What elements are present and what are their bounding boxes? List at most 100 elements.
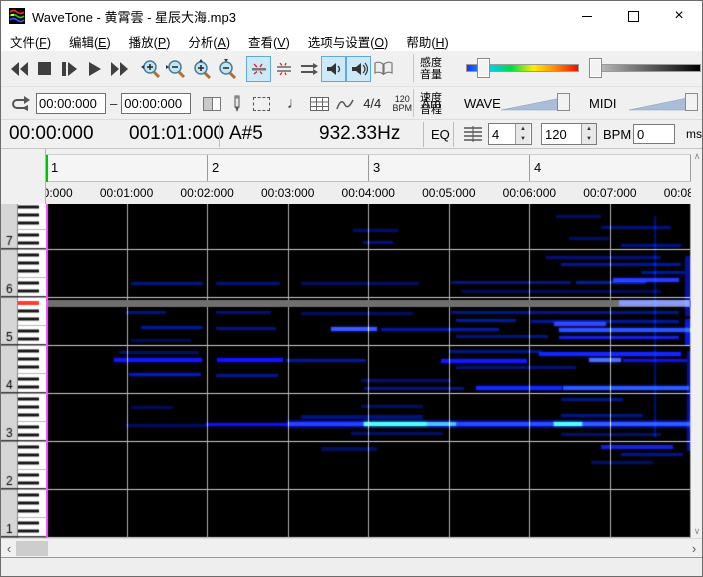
vertical-scrollbar[interactable]: ∧ ∨: [691, 149, 703, 538]
menu-item-1[interactable]: 文件(F): [1, 32, 60, 51]
tempo-value[interactable]: 120: [542, 127, 570, 142]
horizontal-scroll-thumb[interactable]: [16, 541, 48, 556]
contrast-slider[interactable]: [591, 64, 701, 72]
loop-end-input[interactable]: [121, 93, 191, 114]
time-label: 00:02:000: [180, 186, 233, 200]
menu-item-3[interactable]: 播放(P): [120, 32, 180, 51]
note-readout: A#5: [229, 120, 263, 148]
chevron-left-icon: ‹: [7, 541, 11, 556]
ms-label: ms: [686, 120, 702, 148]
scroll-left-button[interactable]: ‹: [1, 539, 17, 558]
pause-button[interactable]: [57, 56, 82, 82]
time-label: 00:07:000: [583, 186, 636, 200]
midi-volume-slider[interactable]: [629, 95, 687, 113]
menu-item-5[interactable]: 查看(V): [239, 32, 299, 51]
measure-line: [207, 155, 208, 181]
note-input-button[interactable]: ♩: [282, 91, 307, 117]
fast-forward-icon: [111, 62, 129, 76]
toolbar-transport: 感度音量: [1, 51, 702, 86]
wave-volume-slider[interactable]: [501, 95, 561, 113]
toolbar-separator: [413, 89, 414, 117]
maximize-button[interactable]: [610, 1, 656, 31]
waveform-view-button[interactable]: [332, 91, 357, 117]
scroll-right-button[interactable]: ›: [686, 539, 702, 558]
measure-line: [368, 155, 369, 181]
double-arrow-right-icon: [300, 62, 318, 76]
speed-pitch-label: 速度音程: [418, 92, 444, 116]
loop-range-dash: –: [106, 96, 121, 111]
menu-item-7[interactable]: 帮助(H): [397, 32, 457, 51]
rewind-button[interactable]: [7, 56, 32, 82]
midi-audio-toggle-button[interactable]: [346, 56, 371, 82]
menu-item-4[interactable]: 分析(A): [179, 32, 239, 51]
title-bar: WaveTone - 黄霄雲 - 星辰大海.mp3 ×: [1, 1, 702, 31]
speaker-wave-icon: [350, 62, 368, 76]
selection-tool-button[interactable]: [249, 91, 274, 117]
zoom-out-vertical-button[interactable]: [213, 56, 238, 82]
time-label: 00:06:000: [503, 186, 556, 200]
bpm-label: BPM: [603, 120, 631, 148]
loop-start-input[interactable]: [36, 93, 106, 114]
midi-volume-thumb[interactable]: [685, 93, 698, 111]
pause-icon: [62, 62, 77, 76]
spectrogram-canvas[interactable]: [46, 204, 691, 538]
piano-keyboard[interactable]: [1, 204, 46, 538]
note-grid-button[interactable]: [307, 91, 332, 117]
zoom-in-horizontal-icon: [141, 59, 161, 79]
time-label: 00:01:000: [100, 186, 153, 200]
readout-separator: [219, 122, 220, 147]
grid-division-value[interactable]: 4: [489, 127, 515, 142]
menu-item-2[interactable]: 编辑(E): [60, 32, 120, 51]
stop-button[interactable]: [32, 56, 57, 82]
time-signature-button[interactable]: 4/4: [357, 91, 387, 117]
wave-audio-toggle-button[interactable]: [321, 56, 346, 82]
note-display-mode-2-button[interactable]: [271, 56, 296, 82]
eq-button[interactable]: EQ: [431, 120, 450, 148]
fast-forward-button[interactable]: [107, 56, 132, 82]
zoom-in-vertical-button[interactable]: [188, 56, 213, 82]
contrast-slider-thumb[interactable]: [589, 58, 602, 78]
loop-button[interactable]: [7, 91, 32, 117]
scroll-down-button[interactable]: ∨: [691, 524, 703, 538]
menu-item-6[interactable]: 选项与设置(O): [299, 32, 398, 51]
readout-separator: [423, 122, 424, 147]
note-lines-double-icon: [275, 62, 293, 76]
measure-ruler[interactable]: 1234: [1, 155, 691, 182]
metronome-grid-button[interactable]: [463, 120, 483, 148]
measure-number-3: 3: [373, 160, 380, 175]
pencil-tool-button[interactable]: [224, 91, 249, 117]
close-button[interactable]: ×: [656, 1, 702, 31]
score-book-button[interactable]: [371, 56, 396, 82]
tempo-down-button[interactable]: ▼: [582, 134, 596, 144]
play-button[interactable]: [82, 56, 107, 82]
note-display-mode-1-button[interactable]: [246, 56, 271, 82]
toolbar-separator: [413, 54, 414, 82]
grid-division-up-button[interactable]: ▲: [516, 124, 530, 134]
shift-notes-button[interactable]: [296, 56, 321, 82]
zoom-in-horizontal-button[interactable]: [138, 56, 163, 82]
menu-bar: 文件(F)编辑(E)播放(P)分析(A)查看(V)选项与设置(O)帮助(H): [1, 31, 702, 52]
ruler-playhead: [46, 155, 48, 182]
offset-ms-input[interactable]: [633, 124, 675, 144]
zoom-in-vertical-icon: [191, 59, 211, 79]
zoom-out-horizontal-button[interactable]: [163, 56, 188, 82]
selection-rect-icon: [253, 97, 270, 111]
split-view-button[interactable]: [199, 91, 224, 117]
scroll-up-button[interactable]: ∧: [691, 149, 703, 163]
time-label: 00:08:000: [664, 186, 691, 200]
zoom-out-vertical-icon: [216, 59, 236, 79]
wave-volume-thumb[interactable]: [557, 93, 570, 111]
maximize-icon: [628, 11, 639, 22]
minimize-icon: [582, 16, 592, 17]
minimize-button[interactable]: [564, 1, 610, 31]
stop-icon: [38, 62, 51, 75]
sine-wave-icon: [336, 97, 354, 111]
tempo-up-button[interactable]: ▲: [582, 124, 596, 134]
measure-number-4: 4: [534, 160, 541, 175]
close-icon: ×: [674, 8, 683, 24]
grid-division-down-button[interactable]: ▼: [516, 134, 530, 144]
sensitivity-slider-thumb[interactable]: [477, 58, 490, 78]
horizontal-scrollbar[interactable]: ‹ ›: [1, 538, 702, 557]
grid-table-icon: [310, 97, 329, 111]
time-ruler[interactable]: 00:00:00000:01:00000:02:00000:03:00000:0…: [1, 182, 691, 204]
